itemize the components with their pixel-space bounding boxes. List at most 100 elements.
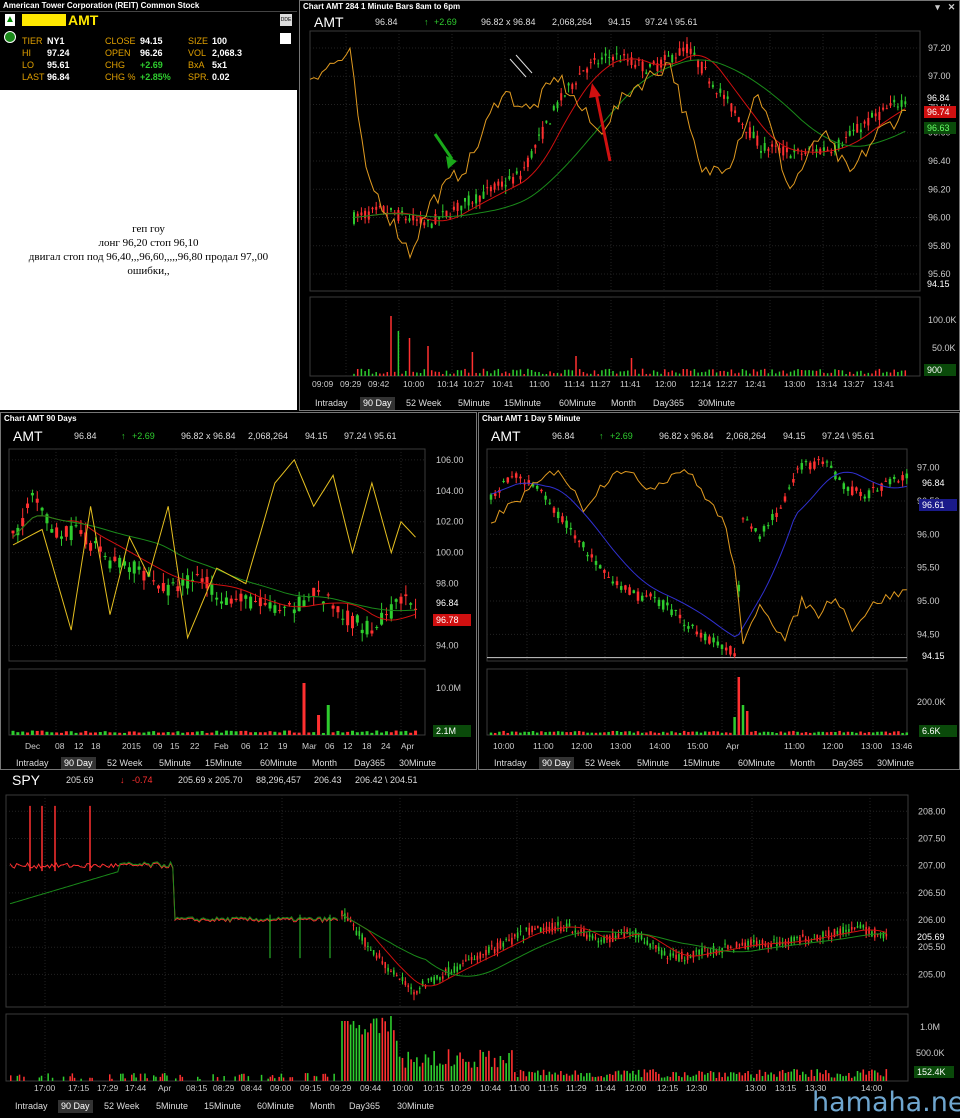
tab-month[interactable]: Month (787, 757, 818, 769)
volume-bar (146, 1078, 148, 1081)
tab-5minute[interactable]: 5Minute (153, 1100, 191, 1113)
volume-bar (239, 730, 243, 735)
volume-bar (727, 1076, 729, 1081)
tab-60minute[interactable]: 60Minute (257, 757, 300, 769)
tab-intraday[interactable]: Intraday (12, 1100, 51, 1113)
tab-intraday[interactable]: Intraday (491, 757, 530, 769)
volume-bar (752, 369, 755, 376)
volume-bar (878, 368, 881, 376)
tab-15minute[interactable]: 15Minute (201, 1100, 244, 1113)
candle (395, 974, 398, 977)
tab-52-week[interactable]: 52 Week (104, 757, 145, 769)
y-tick-label: 97.00 (928, 71, 951, 81)
volume-bar (723, 370, 725, 376)
chart-amt-5min[interactable]: Chart AMT 1 Day 5 Minute AMT 96.84 ↑ +2.… (478, 412, 960, 770)
watermark: hamaha.net (812, 1087, 960, 1118)
tab-30minute[interactable]: 30Minute (695, 397, 738, 410)
tab-intraday[interactable]: Intraday (312, 397, 351, 410)
volume-bar (562, 1075, 565, 1081)
volume-bar (573, 731, 577, 735)
tab-52-week[interactable]: 52 Week (101, 1100, 142, 1113)
volume-bar (322, 1073, 324, 1081)
tab-day365[interactable]: Day365 (351, 757, 388, 769)
candle (297, 596, 301, 612)
volume-bar (490, 1066, 493, 1081)
volume-bar (273, 731, 277, 735)
candle (476, 955, 479, 960)
chart-amt-1min[interactable]: Chart AMT 284 1 Minute Bars 8am to 6pm ▾… (299, 0, 960, 411)
chart-canvas[interactable]: 97.2097.0096.8096.6096.4096.2096.0095.80… (300, 1, 959, 410)
volume-bar (567, 369, 570, 376)
volume-bar (91, 1077, 93, 1081)
tab-52-week[interactable]: 52 Week (403, 397, 444, 410)
tab-30minute[interactable]: 30Minute (874, 757, 917, 769)
chart-canvas[interactable]: 208.00207.50207.00206.50206.00205.50205.… (0, 771, 960, 1117)
tab-60minute[interactable]: 60Minute (735, 757, 778, 769)
candle (880, 483, 883, 491)
tab-15minute[interactable]: 15Minute (501, 397, 544, 410)
candle (626, 60, 629, 62)
volume-bar (704, 371, 707, 376)
volume-bar (283, 730, 287, 735)
x-tick-label: 11:00 (529, 379, 550, 389)
tab-month[interactable]: Month (307, 1100, 338, 1113)
tab-60minute[interactable]: 60Minute (556, 397, 599, 410)
tab-month[interactable]: Month (608, 397, 639, 410)
candle (589, 62, 592, 64)
volume-bar (734, 373, 736, 376)
candle (60, 536, 63, 539)
candle (171, 582, 175, 584)
tab-15minute[interactable]: 15Minute (680, 757, 723, 769)
volume-pane (309, 296, 921, 377)
y-tick-label: 95.80 (928, 241, 951, 251)
tab-day365[interactable]: Day365 (650, 397, 687, 410)
tab-90-day[interactable]: 90 Day (360, 397, 395, 410)
volume-bar (556, 731, 560, 735)
tab-30minute[interactable]: 30Minute (394, 1100, 437, 1113)
tab-day365[interactable]: Day365 (346, 1100, 383, 1113)
candle (783, 496, 787, 502)
volume-bar (69, 1076, 71, 1081)
candle (845, 929, 847, 932)
tab-90-day[interactable]: 90 Day (539, 757, 574, 769)
tab-5minute[interactable]: 5Minute (634, 757, 672, 769)
tab-60minute[interactable]: 60Minute (254, 1100, 297, 1113)
volume-bar (341, 732, 345, 735)
tab-5minute[interactable]: 5Minute (455, 397, 493, 410)
candle (859, 491, 862, 497)
volume-bar (888, 732, 892, 735)
tab-month[interactable]: Month (309, 757, 340, 769)
checkbox[interactable] (280, 33, 291, 44)
tab-15minute[interactable]: 15Minute (202, 757, 245, 769)
tab-intraday[interactable]: Intraday (13, 757, 52, 769)
candle (505, 938, 507, 940)
price-tag-label: 6.6K (922, 726, 941, 736)
volume-bar (783, 732, 787, 735)
candle (560, 93, 563, 101)
volume-bar (583, 1076, 585, 1081)
tab-5minute[interactable]: 5Minute (156, 757, 194, 769)
chart-canvas[interactable]: 106.00 104.00 102.00 100.00 98.00 94.00 10.0M 9… (1, 413, 476, 769)
volume-bar (601, 370, 603, 376)
candle (482, 191, 485, 199)
volume-bar (715, 1077, 718, 1081)
chart-canvas[interactable]: 97.0096.5096.0095.5095.0094.50200.0K96.8… (479, 413, 959, 769)
candle (655, 945, 657, 949)
x-tick-label: 09:29 (330, 1083, 352, 1093)
volume-bar (799, 1075, 801, 1081)
quote-symbol[interactable]: AMT (68, 12, 98, 28)
volume-bar (531, 1072, 533, 1081)
trade-notes[interactable]: геп гоу лонг 96,20 стоп 96,10 двигал сто… (0, 90, 297, 410)
tab-30minute[interactable]: 30Minute (396, 757, 439, 769)
tab-90-day[interactable]: 90 Day (58, 1100, 93, 1113)
tab-90-day[interactable]: 90 Day (61, 757, 96, 769)
candle (888, 478, 892, 485)
open-value: 96.26 (140, 48, 163, 58)
chart-spy[interactable]: SPY 205.69 ↓ -0.74 205.69 x 205.70 88,29… (0, 771, 960, 1117)
chart-amt-90day[interactable]: Chart AMT 90 Days AMT 96.84 ↑ +2.69 96.8… (0, 412, 477, 770)
tab-52-week[interactable]: 52 Week (582, 757, 623, 769)
dde-button[interactable]: DDE (280, 14, 292, 26)
candle (574, 930, 577, 933)
tab-day365[interactable]: Day365 (829, 757, 866, 769)
volume-bar (124, 1078, 126, 1081)
